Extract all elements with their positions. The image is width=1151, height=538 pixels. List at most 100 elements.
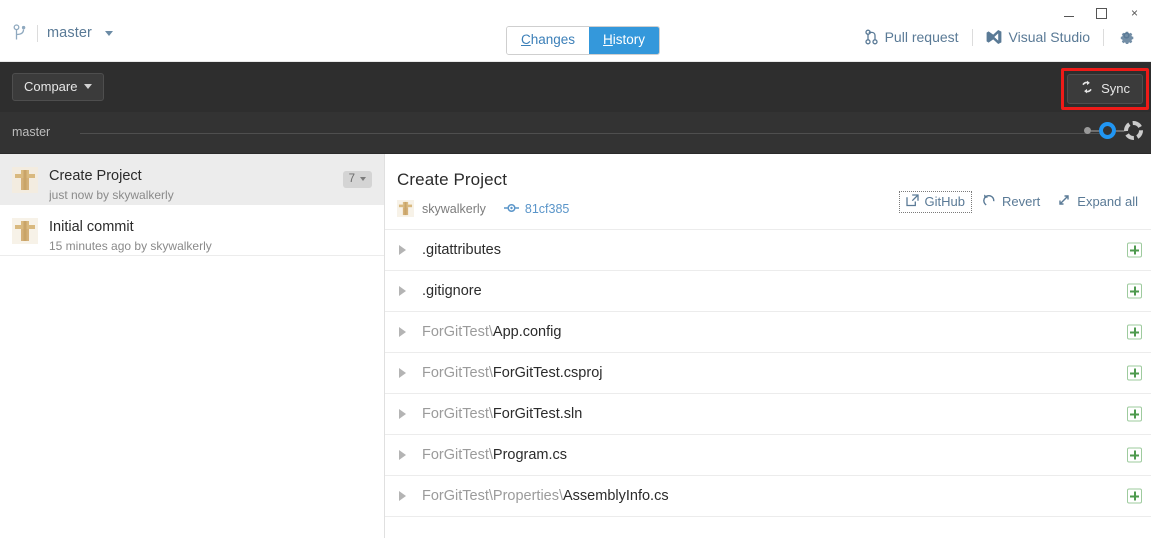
commit-list: Create Project just now by skywalkerly 7 [0,154,385,538]
sync-refresh-icon [1080,80,1094,97]
chevron-right-icon[interactable] [399,327,406,337]
branch-name: master [47,25,92,41]
chevron-right-icon[interactable] [399,409,406,419]
file-row[interactable]: ForGitTest\Properties\AssemblyInfo.cs [385,476,1151,517]
commit-dot-icon[interactable] [1084,127,1091,134]
main-body: Create Project just now by skywalkerly 7 [0,154,1151,538]
view-tabs: Changes History [506,26,661,55]
selected-commit-ring-icon[interactable] [1099,122,1116,139]
settings-button[interactable] [1104,27,1139,47]
maximize-icon[interactable] [1085,0,1118,26]
uncommitted-dashed-ring-icon[interactable] [1124,121,1143,140]
expand-all-button[interactable]: Expand all [1050,190,1145,213]
minimize-icon[interactable] [1052,0,1085,26]
visual-studio-label: Visual Studio [1008,29,1090,45]
file-name: .gitignore [422,283,482,299]
compare-button[interactable]: Compare [12,73,105,101]
file-dir: ForGitTest\ [422,324,493,340]
visual-studio-button[interactable]: Visual Studio [973,29,1103,45]
file-name: AssemblyInfo.cs [563,488,669,504]
file-row[interactable]: .gitignore [385,271,1151,312]
commit-file-count-badge[interactable]: 7 [342,171,372,188]
timeline-branch-label: master [12,125,51,139]
file-path: ForGitTest\ForGitTest.sln [422,406,582,422]
file-dir: ForGitTest\Properties\ [422,488,564,504]
chevron-right-icon[interactable] [399,245,406,255]
title-bar: × master Changes History Pull request Vi… [0,0,1151,62]
file-dir: ForGitTest\ [422,447,493,463]
commit-detail-actions: GitHub Revert Expand all [898,190,1145,213]
commit-detail-header: Create Project skywalkerly 81cf385 GitHu… [385,154,1151,217]
commit-node-icon [503,202,519,216]
branch-timeline: master [0,112,1151,154]
compare-label: Compare [24,79,78,94]
revert-button[interactable]: Revert [975,190,1047,213]
commit-sha-text: 81cf385 [524,201,570,216]
chevron-right-icon[interactable] [399,491,406,501]
chevron-right-icon[interactable] [399,286,406,296]
chevron-down-icon [84,84,93,89]
revert-label: Revert [1001,194,1041,209]
tab-history-accel: H [603,32,613,47]
expand-all-label: Expand all [1077,194,1138,209]
close-icon[interactable]: × [1118,0,1151,26]
commit-list-item[interactable]: Create Project just now by skywalkerly 7 [0,154,384,205]
file-path: .gitattributes [422,242,501,258]
tab-changes[interactable]: Changes [507,27,590,54]
branch-selector[interactable]: master [12,24,113,42]
commit-list-item[interactable]: Initial commit 15 minutes ago by skywalk… [0,205,384,256]
commit-sha[interactable]: 81cf385 [503,201,570,216]
commit-detail-pane: Create Project skywalkerly 81cf385 GitHu… [385,154,1151,538]
commit-meta: 15 minutes ago by skywalkerly [49,239,212,253]
chevron-right-icon[interactable] [399,450,406,460]
window-controls: × [1052,0,1151,26]
file-name: ForGitTest.sln [492,406,583,422]
commit-author: skywalkerly [422,201,486,216]
expand-diagonal-icon [1057,193,1071,210]
file-row[interactable]: ForGitTest\ForGitTest.csproj [385,353,1151,394]
tab-changes-accel: C [521,32,531,47]
timeline-nodes [1084,121,1143,140]
github-button[interactable]: GitHub [898,190,972,213]
file-row[interactable]: ForGitTest\App.config [385,312,1151,353]
pull-request-icon [864,29,878,45]
timeline-connector [1116,129,1124,132]
file-name: Program.cs [492,447,568,463]
page-title: Create Project [397,170,508,189]
repository-toolbar: Compare Sync [0,62,1151,112]
plus-add-icon [1127,283,1142,299]
file-row[interactable]: .gitattributes [385,230,1151,271]
changed-files-list: .gitattributes .gitignore ForGitTest\App… [385,229,1151,538]
plus-add-icon [1127,406,1142,422]
file-path: ForGitTest\Properties\AssemblyInfo.cs [422,488,669,504]
chevron-down-icon [104,30,113,36]
pull-request-button[interactable]: Pull request [852,29,972,45]
file-row[interactable] [385,517,1151,538]
github-desktop-window: × master Changes History Pull request Vi… [0,0,1151,538]
file-path: ForGitTest\ForGitTest.csproj [422,365,603,381]
file-path: ForGitTest\App.config [422,324,561,340]
file-dir: ForGitTest\ [422,406,493,422]
chevron-down-icon [360,177,366,181]
external-link-icon [905,193,919,210]
file-path: ForGitTest\Program.cs [422,447,567,463]
branch-icon [12,24,28,42]
gear-icon [1120,31,1134,45]
avatar [397,200,414,217]
divider [37,24,38,42]
chevron-right-icon[interactable] [399,368,406,378]
file-dir: ForGitTest\ [422,365,493,381]
file-name: ForGitTest.csproj [492,365,603,381]
file-row[interactable]: ForGitTest\Program.cs [385,435,1151,476]
plus-add-icon [1127,447,1142,463]
sync-button[interactable]: Sync [1067,74,1143,104]
commit-text: Create Project just now by skywalkerly [49,167,372,202]
pull-request-label: Pull request [884,29,959,45]
file-row[interactable]: ForGitTest\ForGitTest.sln [385,394,1151,435]
timeline-line [80,133,1107,134]
tab-history[interactable]: History [589,27,660,54]
file-name: App.config [492,324,562,340]
github-label: GitHub [924,194,965,209]
visual-studio-icon [986,29,1002,45]
avatar [12,218,38,244]
